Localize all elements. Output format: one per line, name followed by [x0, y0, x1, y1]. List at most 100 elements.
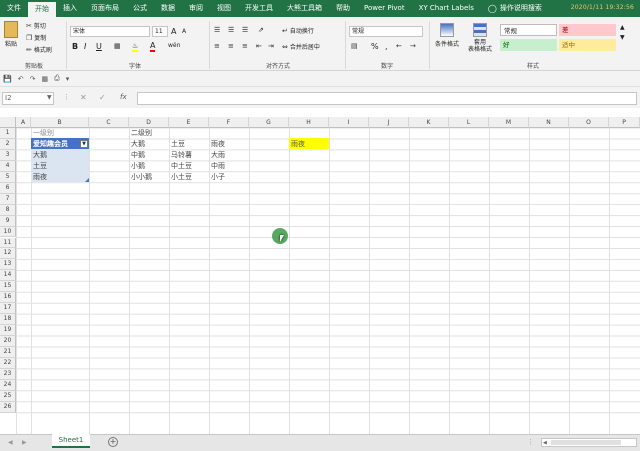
column-header-F[interactable]: F: [209, 117, 249, 128]
number-format-select[interactable]: 常规: [349, 26, 423, 37]
customize-qat-icon[interactable]: ▾: [66, 75, 70, 83]
tab-review[interactable]: 审阅: [182, 0, 210, 17]
row-header-22[interactable]: 22: [0, 357, 16, 369]
row-header-2[interactable]: 2: [0, 138, 16, 150]
column-header-O[interactable]: O: [569, 117, 609, 128]
borders-button[interactable]: ▦: [114, 42, 121, 50]
row-header-16[interactable]: 16: [0, 292, 16, 304]
row-header-19[interactable]: 19: [0, 325, 16, 337]
tab-data[interactable]: 数据: [154, 0, 182, 17]
copy-button[interactable]: ❐ 复制: [26, 33, 46, 43]
increase-decimal-button[interactable]: ←: [396, 42, 402, 50]
row-header-12[interactable]: 12: [0, 248, 16, 260]
row-header-26[interactable]: 26: [0, 401, 16, 413]
align-top-button[interactable]: ☰: [214, 26, 220, 34]
cell-D4[interactable]: 小鹅: [129, 161, 145, 171]
column-header-N[interactable]: N: [529, 117, 569, 128]
phonetic-button[interactable]: wén: [168, 42, 180, 49]
comma-button[interactable]: ,: [385, 42, 388, 51]
font-size-select[interactable]: 11: [152, 26, 168, 37]
cell-E4[interactable]: 中土豆: [169, 161, 192, 171]
cell-H2[interactable]: 雨夜: [289, 139, 305, 149]
row-header-6[interactable]: 6: [0, 182, 16, 194]
row-header-24[interactable]: 24: [0, 379, 16, 391]
new-file-icon[interactable]: ▦: [41, 75, 48, 83]
tab-formulas[interactable]: 公式: [126, 0, 154, 17]
column-header-M[interactable]: M: [489, 117, 529, 128]
cell-E5[interactable]: 小土豆: [169, 172, 192, 182]
font-color-button[interactable]: A: [150, 42, 156, 52]
cell-F2[interactable]: 雨夜: [209, 139, 225, 149]
column-header-B[interactable]: B: [31, 117, 89, 128]
name-box-dropdown-icon[interactable]: ▼: [47, 94, 52, 101]
column-header-K[interactable]: K: [409, 117, 449, 128]
tab-page-layout[interactable]: 页面布局: [84, 0, 126, 17]
scrollbar-thumb[interactable]: [551, 440, 621, 445]
style-normal[interactable]: 常规: [500, 24, 557, 36]
row-header-25[interactable]: 25: [0, 390, 16, 402]
cell-B3[interactable]: 大鹅: [31, 150, 47, 160]
italic-button[interactable]: I: [84, 42, 86, 51]
row-header-23[interactable]: 23: [0, 368, 16, 380]
row-header-9[interactable]: 9: [0, 215, 16, 227]
align-right-button[interactable]: ≡: [242, 42, 248, 50]
column-header-H[interactable]: H: [289, 117, 329, 128]
column-header-E[interactable]: E: [169, 117, 209, 128]
tell-me-box[interactable]: ◯ 操作说明搜索: [481, 0, 549, 17]
row-header-18[interactable]: 18: [0, 314, 16, 326]
font-name-select[interactable]: 宋体: [70, 26, 150, 37]
insert-function-icon[interactable]: fx: [120, 93, 127, 101]
cell-D1[interactable]: 二级别: [129, 128, 152, 138]
scroll-sheets-right-icon[interactable]: ▶: [22, 439, 27, 446]
shrink-font-button[interactable]: A: [182, 28, 186, 35]
fill-color-button[interactable]: ♨: [132, 42, 139, 52]
tab-file[interactable]: 文件: [0, 0, 28, 17]
wrap-text-button[interactable]: ↵ 自动换行: [282, 26, 314, 36]
row-header-11[interactable]: 11: [0, 237, 16, 249]
grow-font-button[interactable]: A: [171, 27, 176, 36]
column-header-A[interactable]: A: [16, 117, 31, 128]
row-header-14[interactable]: 14: [0, 270, 16, 282]
align-center-button[interactable]: ≡: [228, 42, 234, 50]
row-header-17[interactable]: 17: [0, 303, 16, 315]
cell-B2[interactable]: 爱知趣会员: [31, 139, 68, 149]
row-header-10[interactable]: 10: [0, 226, 16, 238]
tab-developer[interactable]: 开发工具: [238, 0, 280, 17]
row-header-21[interactable]: 21: [0, 347, 16, 358]
horizontal-scrollbar[interactable]: ◀: [541, 438, 637, 447]
row-header-5[interactable]: 5: [0, 171, 16, 183]
increase-indent-button[interactable]: ⇥: [268, 42, 274, 50]
cell-B1[interactable]: 一级别: [31, 128, 54, 138]
tab-xy-chart-labels[interactable]: XY Chart Labels: [412, 0, 481, 17]
row-header-15[interactable]: 15: [0, 281, 16, 293]
percent-button[interactable]: %: [371, 42, 379, 51]
row-header-3[interactable]: 3: [0, 149, 16, 161]
row-header-7[interactable]: 7: [0, 193, 16, 205]
cell-E3[interactable]: 马铃薯: [169, 150, 192, 160]
print-icon[interactable]: ⎙: [54, 74, 60, 83]
worksheet-grid[interactable]: ABCDEFGHIJKLMNOP 1 2 3 4 5 6 7 8 9 10 11 12 13 14 15 16…: [0, 117, 640, 434]
merge-center-button[interactable]: ⇔ 合并后居中: [282, 42, 320, 52]
column-header-L[interactable]: L: [449, 117, 489, 128]
cell-F3[interactable]: 大雨: [209, 150, 225, 160]
scroll-sheets-left-icon[interactable]: ◀: [8, 439, 13, 446]
decrease-indent-button[interactable]: ⇤: [256, 42, 262, 50]
sheet-tab-sheet1[interactable]: Sheet1: [52, 434, 90, 448]
cell-B5[interactable]: 雨夜: [31, 172, 47, 182]
confirm-entry-icon[interactable]: ✓: [99, 93, 106, 102]
select-all-corner[interactable]: [0, 117, 16, 128]
underline-button[interactable]: U: [96, 42, 102, 51]
column-header-C[interactable]: C: [89, 117, 129, 128]
formula-input[interactable]: [137, 92, 637, 105]
conditional-format-button[interactable]: 条件格式: [433, 23, 461, 48]
accounting-format-button[interactable]: ▤: [351, 42, 358, 50]
decrease-decimal-button[interactable]: →: [410, 42, 416, 50]
row-header-1[interactable]: 1: [0, 128, 16, 139]
styles-scroll-button[interactable]: ▲ ▼: [620, 24, 625, 41]
orientation-button[interactable]: ⇗: [258, 26, 264, 34]
bold-button[interactable]: B: [72, 42, 78, 51]
cut-button[interactable]: ✂ 剪切: [26, 21, 46, 31]
table-resize-handle[interactable]: [85, 178, 89, 182]
row-header-20[interactable]: 20: [0, 336, 16, 347]
cell-E2[interactable]: 土豆: [169, 139, 185, 149]
